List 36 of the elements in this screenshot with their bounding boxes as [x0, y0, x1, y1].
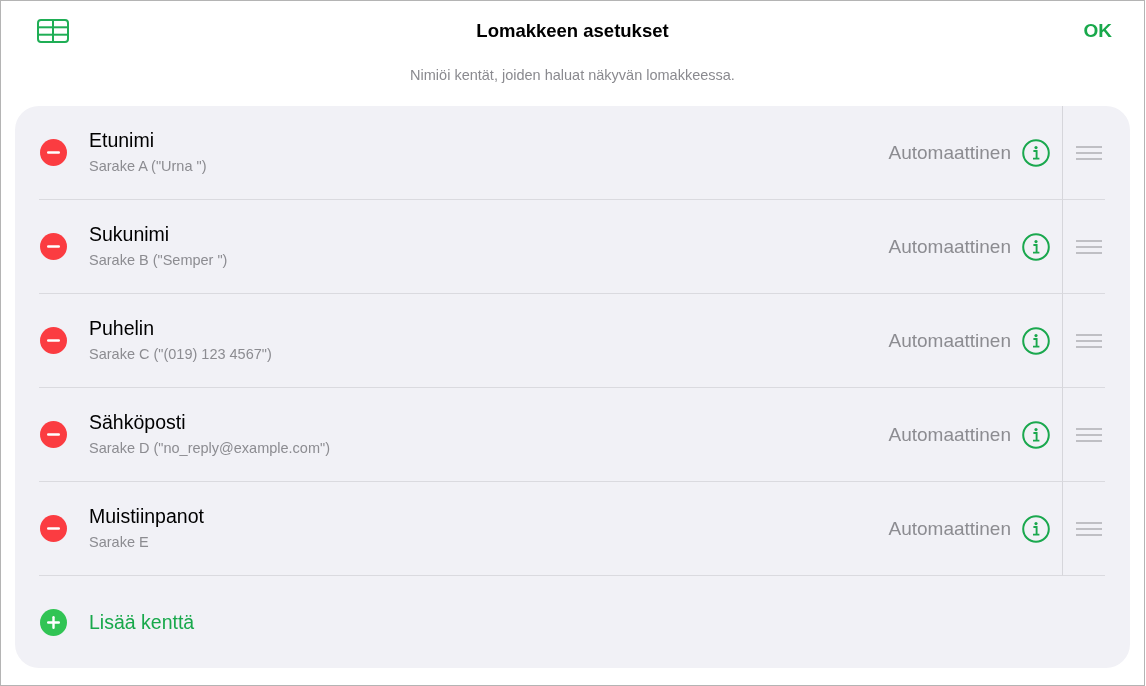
table-icon[interactable] — [37, 18, 69, 43]
drag-handle-icon[interactable] — [1076, 333, 1102, 348]
drag-handle-icon[interactable] — [1076, 239, 1102, 254]
field-format: Automaattinen — [888, 423, 1011, 446]
field-name: Sukunimi — [89, 222, 170, 246]
info-icon[interactable] — [1022, 514, 1050, 543]
field-source: Sarake E — [89, 533, 149, 551]
info-icon[interactable] — [1022, 232, 1050, 261]
field-format: Automaattinen — [888, 517, 1011, 540]
field-name: Sähköposti — [89, 410, 186, 434]
ok-button[interactable]: OK — [1083, 19, 1112, 42]
drag-handle-icon[interactable] — [1076, 521, 1102, 536]
field-source: Sarake A ("Urna ") — [89, 157, 207, 175]
field-source: Sarake B ("Semper ") — [89, 251, 228, 269]
remove-icon[interactable] — [40, 515, 67, 542]
add-field-button[interactable]: Lisää kenttä — [40, 608, 195, 636]
remove-icon[interactable] — [40, 233, 67, 260]
instruction-text: Nimiöi kentät, joiden haluat näkyvän lomakkeessa. — [410, 66, 735, 85]
field-name: Muistiinpanot — [89, 504, 204, 528]
field-source: Sarake D ("no_reply@example.com") — [89, 439, 330, 457]
field-format: Automaattinen — [888, 235, 1011, 258]
remove-icon[interactable] — [40, 421, 67, 448]
field-name: Puhelin — [89, 316, 155, 340]
dialog-title: Lomakkeen asetukset — [476, 19, 669, 42]
field-name: Etunimi — [89, 128, 155, 152]
drag-handle-icon[interactable] — [1076, 427, 1102, 442]
info-icon[interactable] — [1022, 420, 1050, 449]
info-icon[interactable] — [1022, 326, 1050, 355]
remove-icon[interactable] — [40, 327, 67, 354]
field-format: Automaattinen — [888, 329, 1011, 352]
plus-icon — [40, 608, 67, 636]
field-format: Automaattinen — [888, 141, 1011, 164]
field-source: Sarake C ("(019) 123 4567") — [89, 345, 272, 363]
info-icon[interactable] — [1022, 138, 1050, 167]
remove-icon[interactable] — [40, 139, 67, 166]
drag-handle-icon[interactable] — [1076, 145, 1102, 160]
